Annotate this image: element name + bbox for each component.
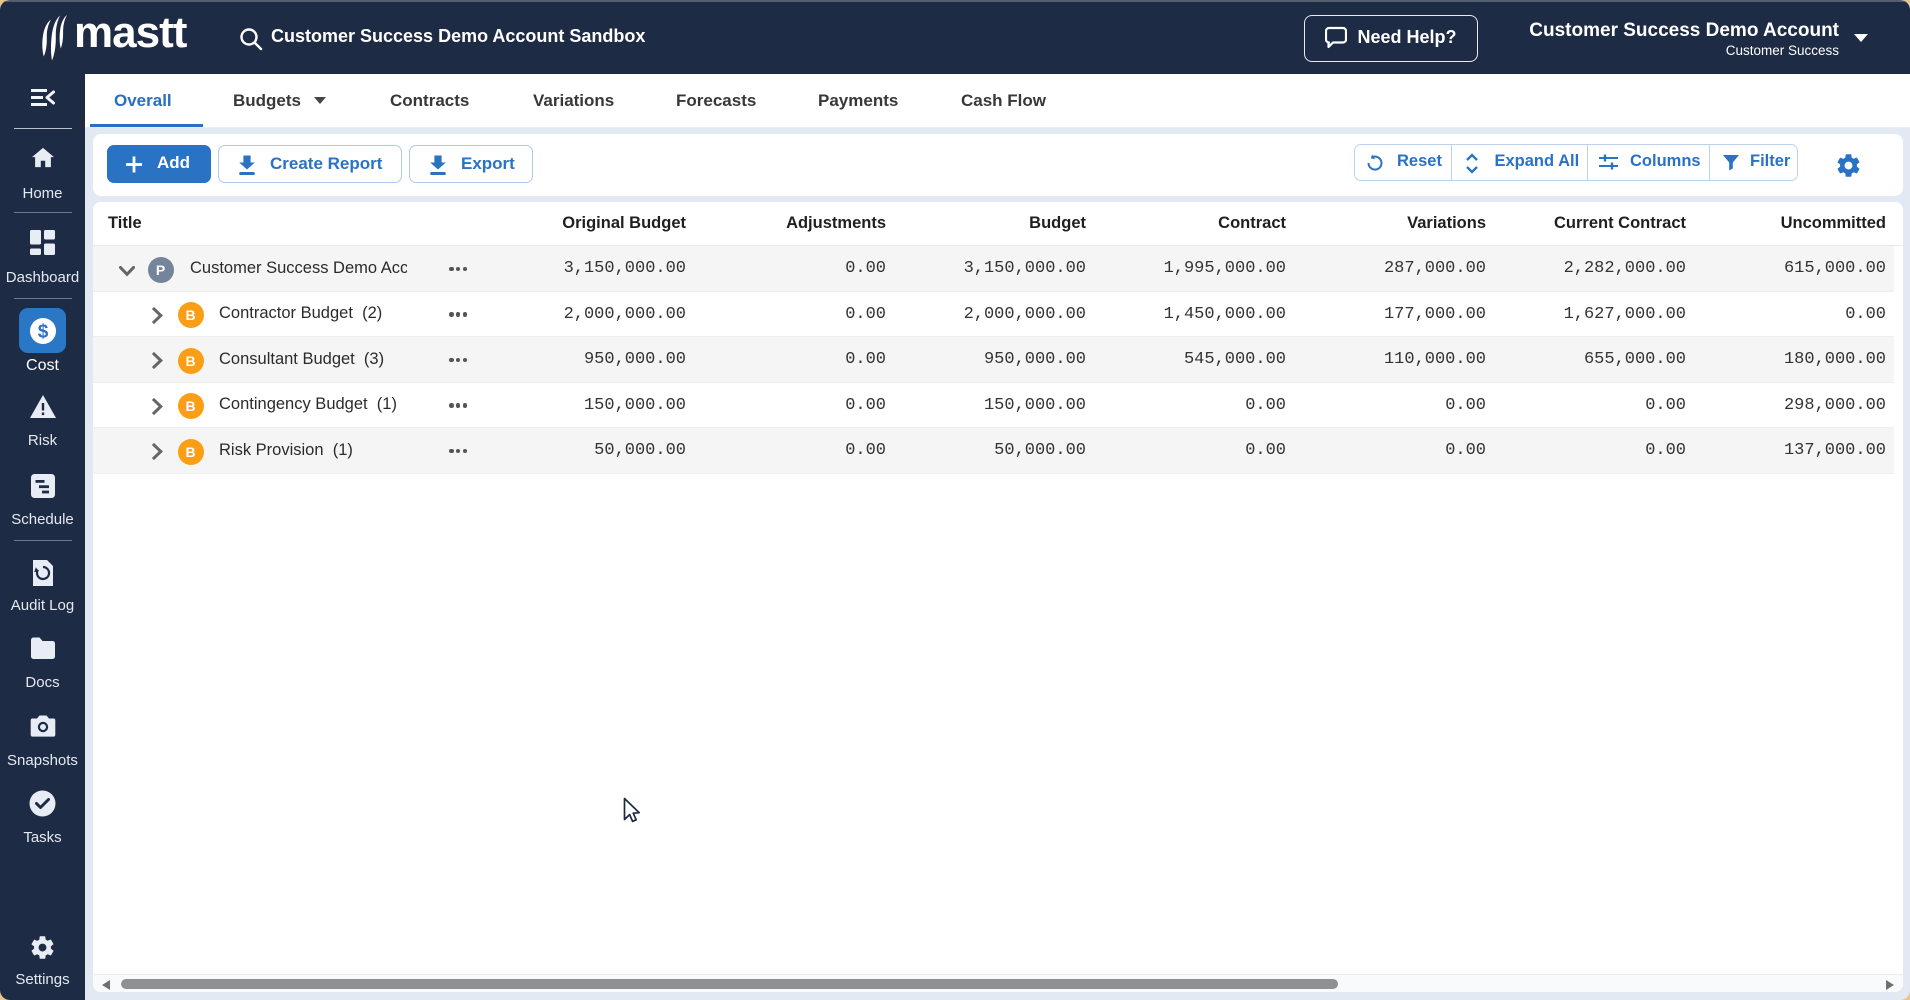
- svg-text:$: $: [37, 321, 48, 342]
